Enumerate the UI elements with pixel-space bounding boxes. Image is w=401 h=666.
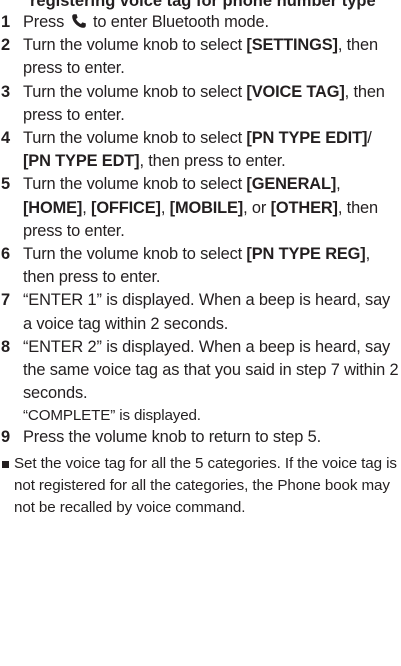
menu-item-pn-type-edit: [PN TYPE EDIT] bbox=[246, 129, 368, 148]
step-text: , bbox=[336, 175, 341, 194]
step-3: 3 Turn the volume knob to select [VOICE … bbox=[0, 81, 401, 127]
step-9: 9 Press the volume knob to return to ste… bbox=[0, 426, 401, 449]
menu-item-settings: [SETTINGS] bbox=[246, 36, 338, 55]
step-result-note: “COMPLETE” is displayed. bbox=[23, 407, 201, 425]
step-text: Turn the volume knob to select bbox=[23, 245, 243, 264]
phone-icon bbox=[71, 13, 87, 29]
manual-page: registering voice tag for phone number t… bbox=[0, 0, 401, 520]
step-number: 6 bbox=[1, 245, 10, 264]
menu-item-pn-type-reg: [PN TYPE REG] bbox=[246, 245, 366, 264]
menu-item-home: [HOME] bbox=[23, 198, 83, 217]
step-text: Turn the volume knob to select bbox=[23, 175, 243, 194]
square-bullet-icon bbox=[2, 460, 9, 468]
menu-item-other: [OTHER] bbox=[270, 198, 338, 217]
note-text: Set the voice tag for all the 5 categori… bbox=[14, 454, 397, 517]
step-6: 6 Turn the volume knob to select [PN TYP… bbox=[0, 243, 401, 289]
step-text: Turn the volume knob to select bbox=[23, 36, 243, 55]
step-text: , or bbox=[243, 198, 267, 217]
step-7: 7 “ENTER 1” is displayed. When a beep is… bbox=[0, 289, 401, 335]
steps-list: 1 Press to enter Bluetooth mode. 2 Turn … bbox=[0, 11, 401, 450]
step-number: 1 bbox=[1, 13, 10, 31]
step-text: “ENTER 1” is displayed. When a beep is h… bbox=[23, 291, 391, 333]
menu-item-office: [OFFICE] bbox=[91, 198, 161, 217]
menu-item-pn-type-edt: [PN TYPE EDT] bbox=[23, 152, 140, 171]
step-text: Press the volume knob to return to step … bbox=[23, 428, 321, 447]
step-text: , bbox=[82, 198, 87, 217]
step-number: 9 bbox=[1, 428, 10, 447]
menu-item-voice-tag: [VOICE TAG] bbox=[246, 82, 345, 101]
step-8: 8 “ENTER 2” is displayed. When a beep is… bbox=[0, 336, 401, 427]
section-heading-text: registering voice tag for phone number t… bbox=[30, 0, 376, 10]
note-paragraph: Set the voice tag for all the 5 categori… bbox=[0, 453, 401, 520]
step-text: to enter Bluetooth mode. bbox=[92, 13, 269, 31]
menu-item-mobile: [MOBILE] bbox=[169, 198, 244, 217]
step-text: Turn the volume knob to select bbox=[23, 82, 243, 101]
step-4: 4 Turn the volume knob to select [PN TYP… bbox=[0, 127, 401, 173]
step-number: 3 bbox=[1, 82, 10, 101]
section-heading-cut: registering voice tag for phone number t… bbox=[0, 0, 401, 11]
step-number: 5 bbox=[1, 175, 10, 194]
step-5: 5 Turn the volume knob to select [GENERA… bbox=[0, 173, 401, 243]
step-text: , bbox=[160, 198, 166, 217]
step-number: 2 bbox=[1, 36, 10, 55]
step-text: , then press to enter. bbox=[139, 152, 286, 171]
step-text: / bbox=[367, 129, 372, 148]
step-2: 2 Turn the volume knob to select [SETTIN… bbox=[0, 34, 401, 80]
step-text: Press bbox=[23, 13, 65, 31]
step-text: Turn the volume knob to select bbox=[23, 129, 243, 148]
step-number: 7 bbox=[1, 291, 10, 310]
step-number: 8 bbox=[1, 337, 10, 356]
step-text: “ENTER 2” is displayed. When a beep is h… bbox=[23, 337, 399, 403]
step-number: 4 bbox=[1, 129, 10, 148]
menu-item-general: [GENERAL] bbox=[246, 175, 337, 194]
step-1: 1 Press to enter Bluetooth mode. bbox=[0, 11, 401, 34]
